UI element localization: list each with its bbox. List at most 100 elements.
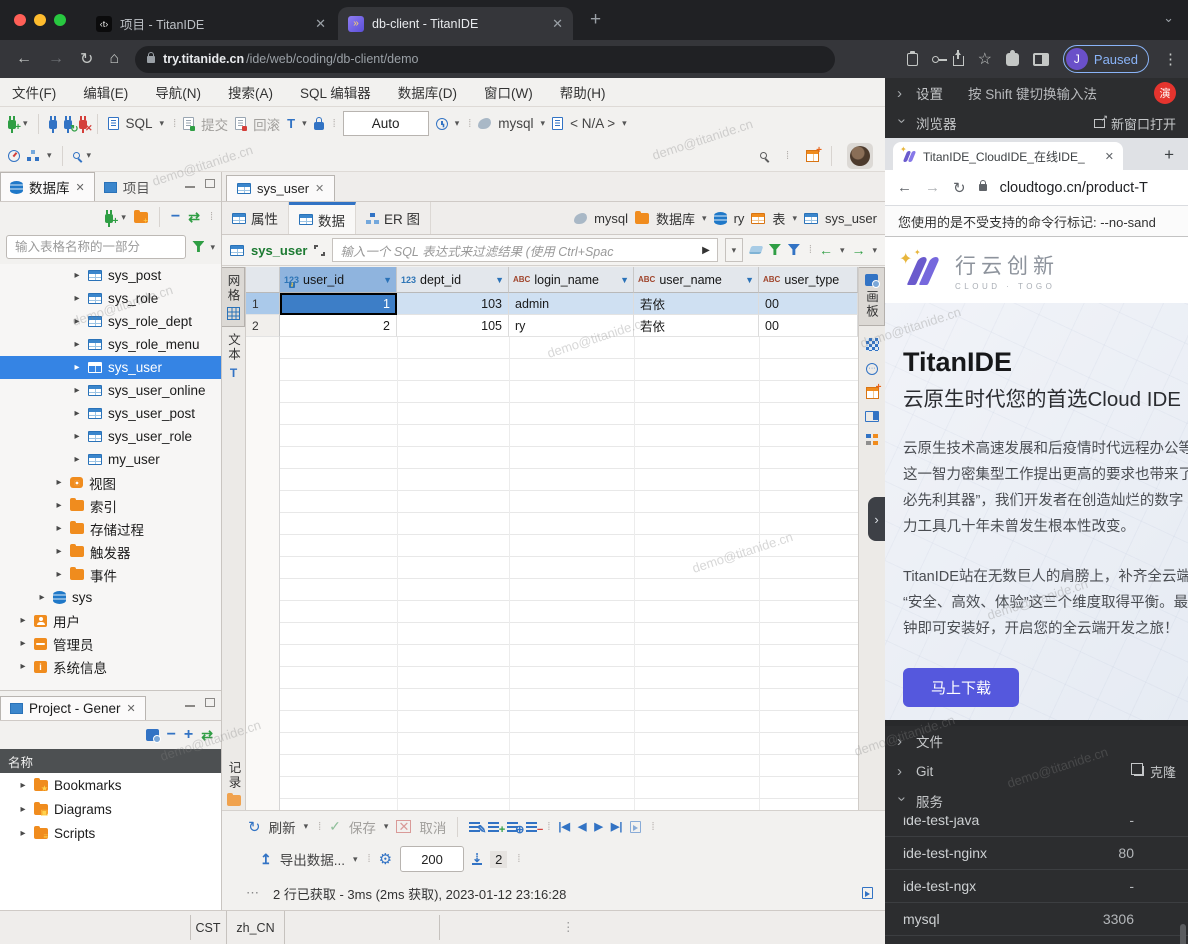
tree-item-table[interactable]: ▸sys_user_role <box>0 425 221 448</box>
menu-navigate[interactable]: 导航(N) <box>155 82 201 102</box>
tab-databases[interactable]: 数据库 ✕ <box>0 172 95 201</box>
row-number[interactable]: 2 <box>246 315 280 337</box>
refresh-icon[interactable]: ↻ <box>248 818 261 836</box>
maximize-panel-icon[interactable] <box>205 698 215 707</box>
cell-login-name[interactable]: admin <box>509 293 634 315</box>
git-clone-button[interactable]: 克隆 <box>1134 762 1176 781</box>
custom-filter-icon[interactable] <box>788 244 800 256</box>
menu-help[interactable]: 帮助(H) <box>560 82 606 102</box>
nav-back-icon[interactable]: ← <box>819 242 833 258</box>
minimize-panel-icon[interactable] <box>185 704 195 707</box>
cell-login-name[interactable]: ry <box>509 315 634 337</box>
tab-properties[interactable]: 属性 <box>222 202 289 234</box>
browser-tab-dbclient[interactable]: » db-client - TitanIDE ✕ <box>338 7 573 40</box>
cell-dept-id[interactable]: 105 <box>397 315 509 337</box>
active-connection-select[interactable]: mysql <box>498 116 533 131</box>
profile-sync-paused[interactable]: J Paused <box>1063 45 1149 73</box>
commit-label[interactable]: 提交 <box>201 114 228 134</box>
tree-item-table[interactable]: ▸my_user <box>0 448 221 471</box>
scrollbar-thumb[interactable] <box>1180 924 1186 944</box>
tab-er-diagram[interactable]: ER 图 <box>356 202 431 234</box>
nav-forward-dropdown-icon[interactable]: ▾ <box>872 245 877 256</box>
git-section-header[interactable]: › Git 克隆 <box>885 756 1188 786</box>
schema-dropdown-icon[interactable]: ▾ <box>622 118 627 129</box>
last-row-icon[interactable]: ▶| <box>611 820 623 833</box>
mini-reload-icon[interactable]: ↻ <box>953 179 966 197</box>
nav-forward-icon[interactable]: → <box>851 242 865 258</box>
user-avatar-button[interactable] <box>847 143 873 169</box>
settings-section-header[interactable]: › 设置 按 Shift 键切换输入法 演 <box>885 78 1188 108</box>
cell-user-type[interactable]: 00 <box>759 293 858 315</box>
rollback-label[interactable]: 回滚 <box>253 114 280 134</box>
close-tab-icon[interactable]: ✕ <box>127 702 136 715</box>
clipboard-icon[interactable] <box>907 53 918 66</box>
new-tab-button[interactable]: + <box>590 9 601 31</box>
metadata-panel-icon[interactable] <box>866 434 878 445</box>
transaction-log-icon[interactable] <box>436 118 448 130</box>
new-connection-dropdown-icon[interactable]: ▾ <box>23 118 28 129</box>
search-icon[interactable] <box>73 152 80 159</box>
refresh-dropdown-icon[interactable]: ▾ <box>304 821 309 832</box>
mini-back-icon[interactable]: ← <box>897 179 912 196</box>
mini-browser-tab[interactable]: TitanIDE_CloudIDE_在线IDE_ ✕ <box>893 142 1123 170</box>
cancel-icon[interactable]: ✕ <box>396 820 411 833</box>
connection-dropdown-icon[interactable]: ▾ <box>121 212 126 223</box>
new-table-icon[interactable] <box>806 150 819 162</box>
fetch-page-icon[interactable] <box>630 821 641 833</box>
home-icon[interactable]: ⌂ <box>109 50 119 68</box>
crumb-database[interactable]: ry <box>734 211 745 226</box>
rollback-icon[interactable] <box>235 117 246 130</box>
calc-panel-icon[interactable] <box>866 387 879 399</box>
service-row[interactable]: ide-test-ngx - <box>885 870 1188 903</box>
menu-window[interactable]: 窗口(W) <box>484 82 533 102</box>
link-editor-icon[interactable]: ⇄ <box>188 209 200 226</box>
history-dropdown-icon[interactable]: ▾ <box>455 118 460 129</box>
service-row[interactable]: ide-test-nginx 80 <box>885 837 1188 870</box>
menu-sql-editor[interactable]: SQL 编辑器 <box>300 82 371 102</box>
tree-item-administer[interactable]: ▸管理员 <box>0 632 221 655</box>
expand-all-icon[interactable]: + <box>184 726 193 744</box>
tree-item-table[interactable]: ▸sys_role <box>0 287 221 310</box>
dashboard-icon[interactable] <box>8 150 20 162</box>
commit-mode-select[interactable]: Auto <box>343 111 429 136</box>
apply-filter-icon[interactable]: ▶ <box>702 245 710 256</box>
sql-dropdown-icon[interactable]: ▾ <box>160 118 165 129</box>
bookmark-star-icon[interactable]: ☆ <box>978 49 992 69</box>
extensions-icon[interactable] <box>1006 53 1019 66</box>
share-icon[interactable] <box>953 56 964 66</box>
tree-item-indexes[interactable]: ▸索引 <box>0 494 221 517</box>
cell-user-type[interactable]: 00 <box>759 315 858 337</box>
transaction-dropdown-icon[interactable]: ▾ <box>302 118 307 129</box>
column-header-user-id[interactable]: 123⚷ user_id ▼ <box>280 267 397 293</box>
disconnect-icon[interactable]: ✕ <box>79 120 87 129</box>
sort-icon[interactable]: ▼ <box>383 275 392 285</box>
tree-item-system-info[interactable]: ▸i系统信息 <box>0 655 221 678</box>
clear-filter-icon[interactable] <box>749 246 764 254</box>
value-view-icon[interactable]: ··· <box>866 363 878 375</box>
cell-user-name[interactable]: 若依 <box>634 315 759 337</box>
edit-row-icon[interactable]: ✎ <box>469 822 480 832</box>
export-label[interactable]: 导出数据... <box>280 849 345 869</box>
service-row[interactable]: mysql 3306 <box>885 903 1188 936</box>
search-dropdown-icon[interactable]: ▾ <box>87 150 92 161</box>
link-editor-icon[interactable]: ⇄ <box>201 727 213 744</box>
filter-history-dropdown[interactable]: ▾ <box>725 238 743 262</box>
tree-item-table[interactable]: ▸sys_user_online <box>0 379 221 402</box>
crumb-databases[interactable]: 数据库 <box>656 209 695 228</box>
table-filter-input[interactable] <box>6 235 186 259</box>
fetch-all-icon[interactable]: ⇣ <box>472 853 482 865</box>
new-connection-icon[interactable]: + <box>105 214 113 223</box>
close-tab-icon[interactable]: ✕ <box>552 16 563 32</box>
menu-edit[interactable]: 编辑(E) <box>83 82 128 102</box>
tree-item-table-selected[interactable]: ▸sys_user <box>0 356 221 379</box>
expand-panel-handle[interactable]: › <box>868 497 885 541</box>
tree-item-triggers[interactable]: ▸触发器 <box>0 540 221 563</box>
network-dropdown-icon[interactable]: ▾ <box>47 150 52 161</box>
forward-icon[interactable]: → <box>48 50 64 68</box>
sql-filter-input[interactable]: 输入一个 SQL 表达式来过滤结果 (使用 Ctrl+Spac ▶ <box>332 238 717 262</box>
side-panel-icon[interactable] <box>1033 53 1049 66</box>
duplicate-row-icon[interactable]: ⊕ <box>507 822 518 832</box>
tree-item-scripts[interactable]: ▸≡Scripts <box>0 821 221 845</box>
save-filter-icon[interactable] <box>769 244 781 256</box>
minimize-window-button[interactable] <box>34 14 46 26</box>
